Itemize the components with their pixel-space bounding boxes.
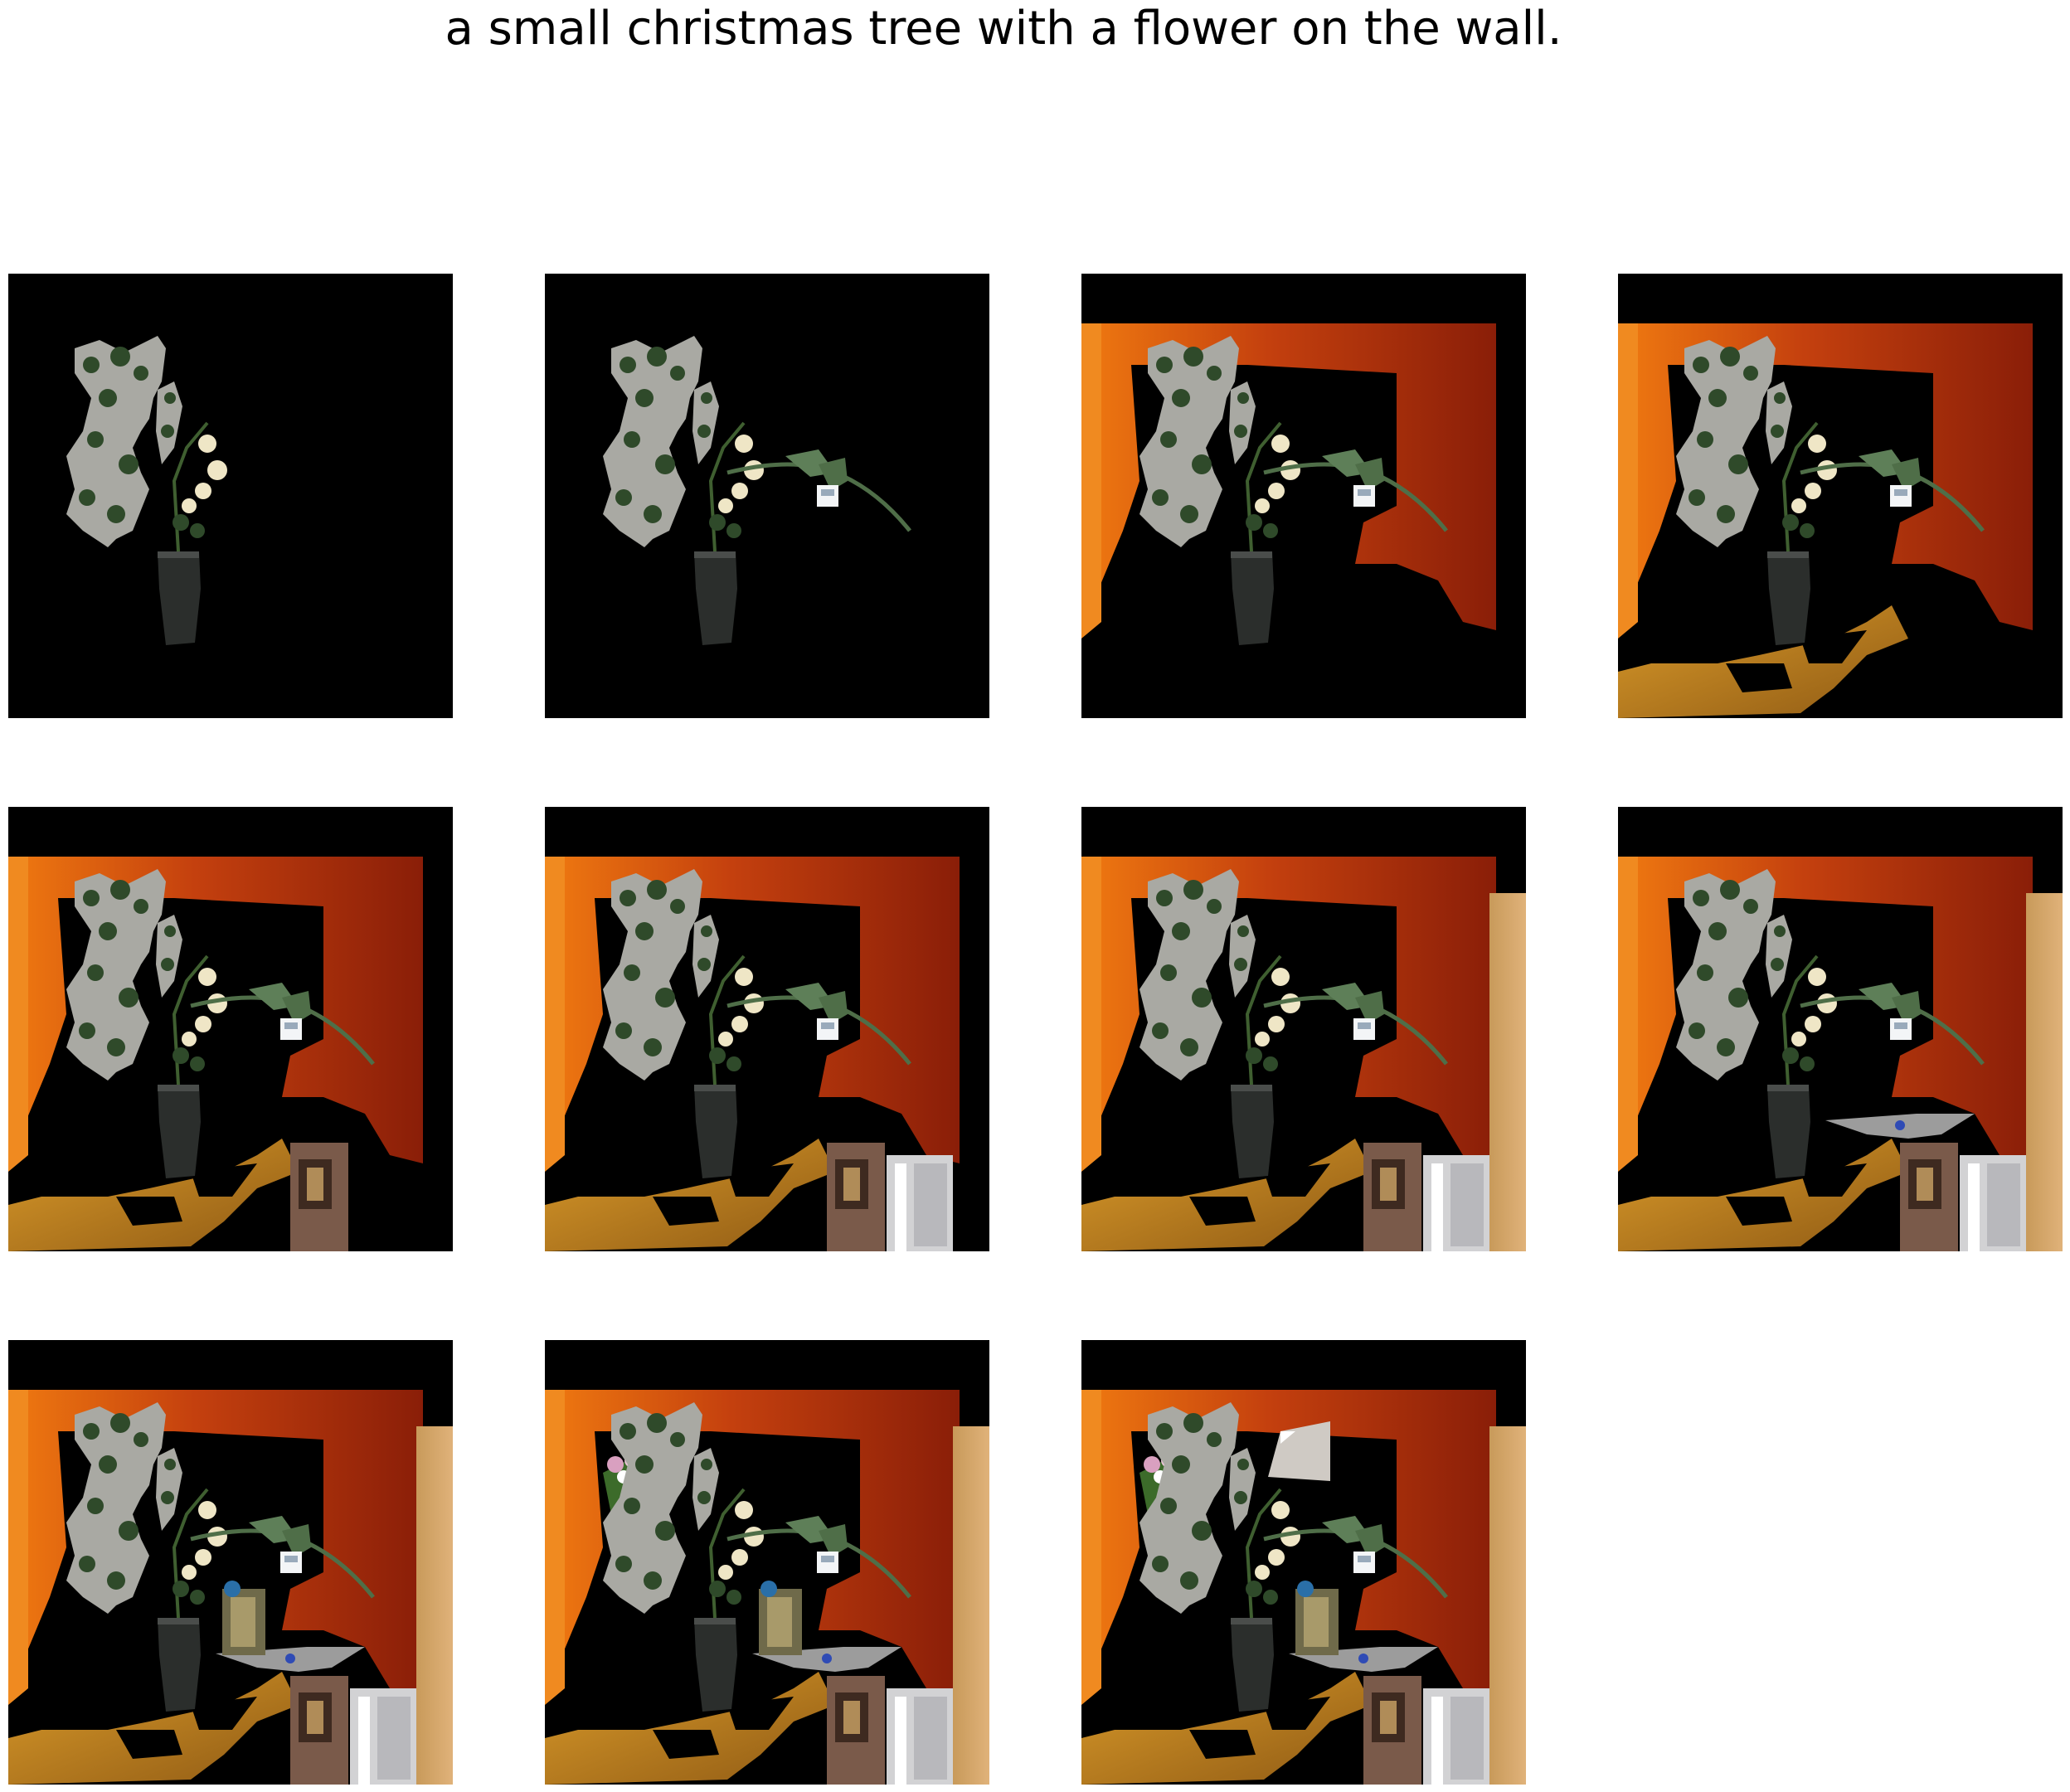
tree-layer [1676, 336, 1792, 547]
table-layer [1081, 1672, 1372, 1785]
tree-layer [66, 1402, 182, 1614]
cabinet-layer [953, 1426, 989, 1785]
roses-layer [172, 421, 227, 552]
cabinet-layer [2026, 893, 2063, 1251]
composite-panel [8, 274, 453, 718]
wall-layer [1081, 323, 1496, 639]
tray-layer [1825, 1114, 1975, 1139]
composite-image [1081, 323, 1496, 645]
tree-layer [66, 869, 182, 1081]
composite-panel [1618, 807, 2063, 1251]
vase-layer [1767, 1085, 1810, 1178]
tree-layer [603, 1402, 719, 1614]
tree-layer [603, 336, 719, 547]
figure: a small christmas tree with a flower on … [0, 0, 2070, 1792]
composite-image [603, 336, 911, 645]
table-layer [1618, 1139, 1908, 1251]
roses-layer [708, 1488, 764, 1619]
trinket-layer [222, 1581, 265, 1655]
box-layer [887, 1688, 953, 1785]
book-layer [1900, 1143, 1958, 1251]
table-layer [8, 1672, 299, 1785]
composite-panel [1081, 1340, 1526, 1785]
composite-image [8, 1390, 453, 1785]
composite-image [545, 857, 960, 1251]
table-layer [8, 1139, 299, 1251]
vase-layer [1231, 551, 1274, 645]
tree-layer [1139, 869, 1256, 1081]
box-layer [887, 1155, 953, 1251]
wall-layer [1618, 323, 2033, 639]
vase-layer [158, 1618, 201, 1712]
trinket-layer [1295, 1581, 1339, 1655]
composite-panel [1618, 274, 2063, 718]
composite-image [1081, 857, 1526, 1251]
roses-layer [708, 954, 764, 1085]
vase-layer [1767, 551, 1810, 645]
table-layer [545, 1672, 835, 1785]
book-layer [290, 1143, 348, 1251]
figure-caption: a small christmas tree with a flower on … [445, 2, 1562, 56]
roses-layer [1781, 421, 1837, 552]
composite-image [1618, 857, 2063, 1251]
book-layer [290, 1676, 348, 1785]
wall-layer [545, 1390, 960, 1705]
box-layer [1423, 1155, 1489, 1251]
book-layer [1363, 1143, 1421, 1251]
table-layer [1618, 605, 1908, 718]
box-layer [1960, 1155, 2026, 1251]
tree-layer [1139, 1402, 1256, 1614]
composite-image [66, 336, 227, 645]
roses-layer [1245, 421, 1300, 552]
composite-panel [1081, 807, 1526, 1251]
composite-image [1618, 323, 2033, 718]
tree-layer [1139, 336, 1256, 547]
vase-layer [158, 1085, 201, 1178]
vase-layer [1231, 1085, 1274, 1178]
tree-layer [603, 869, 719, 1081]
box-layer [350, 1688, 416, 1785]
roses-layer [708, 421, 764, 552]
book-layer [827, 1143, 885, 1251]
vase-layer [694, 1085, 737, 1178]
cabinet-layer [1489, 1426, 1526, 1785]
composite-panel [8, 807, 453, 1251]
wall-layer [8, 1390, 423, 1705]
roses-layer [172, 1488, 227, 1619]
tree-layer [1676, 869, 1792, 1081]
tree-layer [66, 336, 182, 547]
vase-layer [694, 1618, 737, 1712]
box-layer [1423, 1688, 1489, 1785]
composite-image [8, 857, 423, 1251]
vase-layer [158, 551, 201, 645]
composite-panel [545, 274, 989, 718]
roses-layer [1245, 1488, 1300, 1619]
book-layer [827, 1676, 885, 1785]
wall-layer [1618, 857, 2033, 1172]
composite-panel [545, 807, 989, 1251]
roses-layer [1781, 954, 1837, 1085]
wall-layer [1081, 857, 1496, 1172]
composite-panel [545, 1340, 989, 1785]
cabinet-layer [416, 1426, 453, 1785]
roses-layer [172, 954, 227, 1085]
table-layer [545, 1139, 835, 1251]
vase-layer [1231, 1618, 1274, 1712]
composite-panel [1081, 274, 1526, 718]
vase-layer [694, 551, 737, 645]
table-layer [1081, 1139, 1372, 1251]
wall-layer [8, 857, 423, 1172]
roses-layer [1245, 954, 1300, 1085]
composite-panel [8, 1340, 453, 1785]
trinket-layer [759, 1581, 802, 1655]
cabinet-layer [1489, 893, 1526, 1251]
composite-image [1081, 1390, 1526, 1785]
composite-image [545, 1390, 989, 1785]
book-layer [1363, 1676, 1421, 1785]
wall-layer [545, 857, 960, 1172]
